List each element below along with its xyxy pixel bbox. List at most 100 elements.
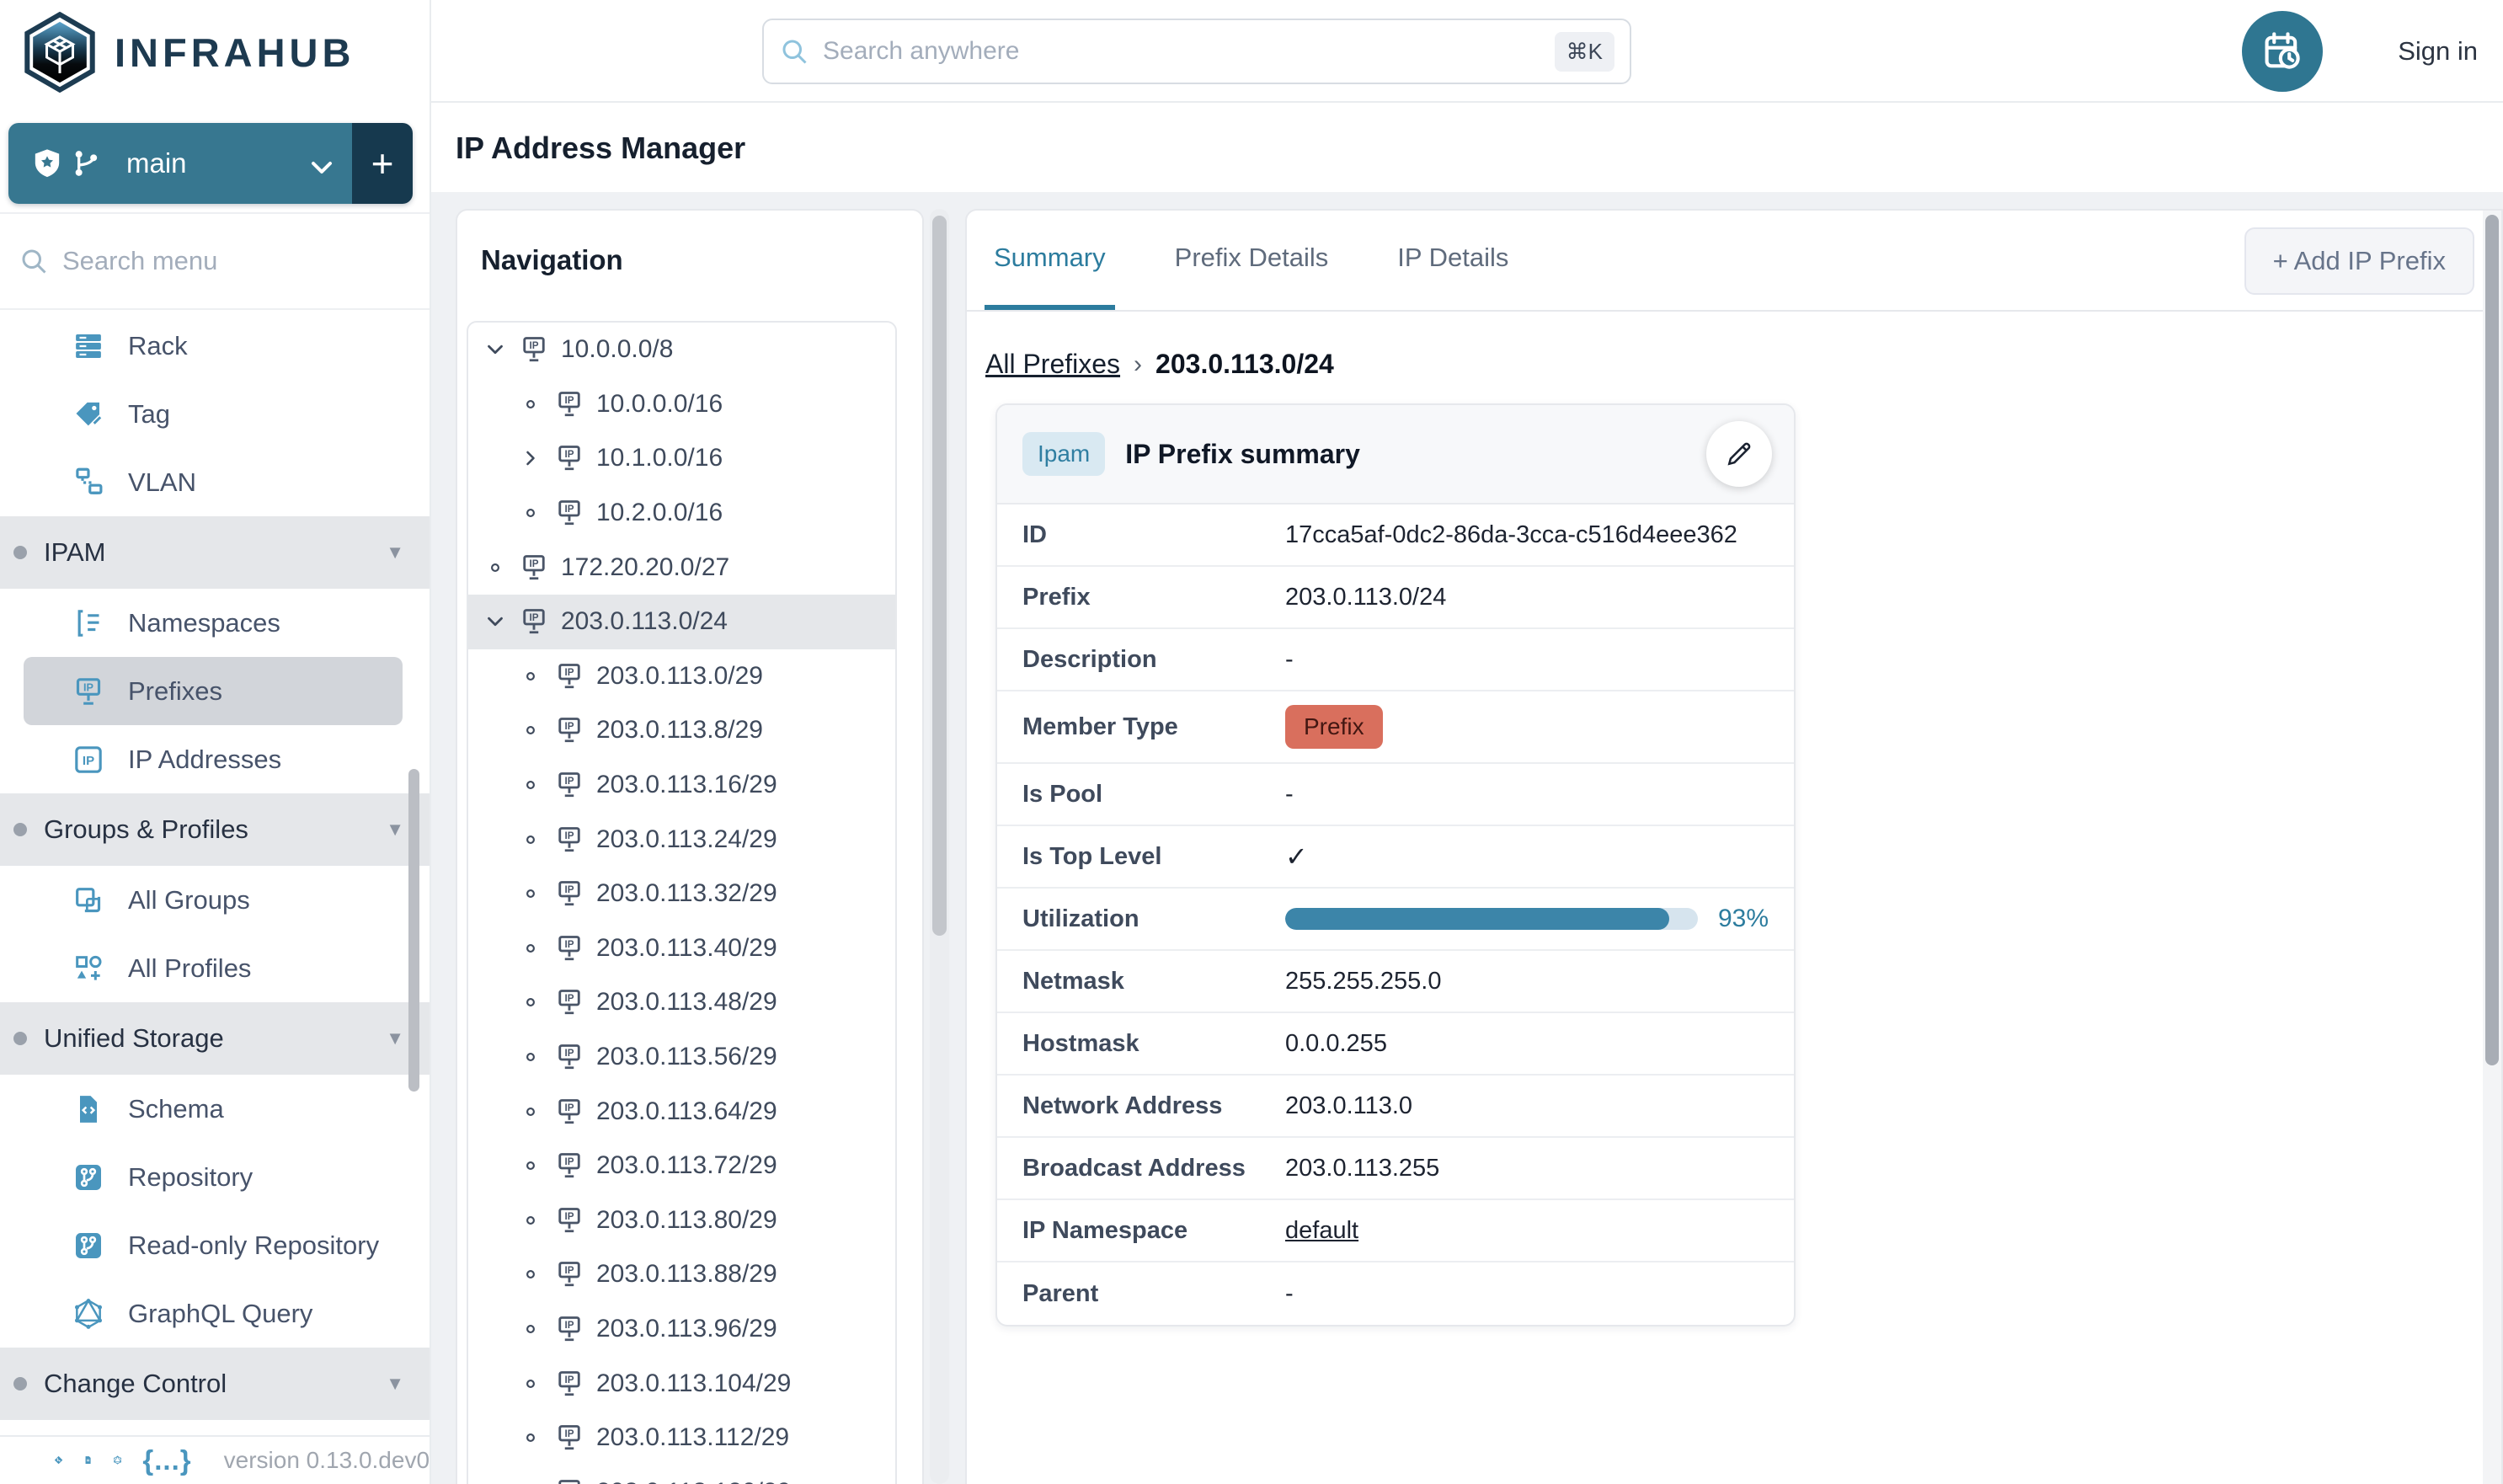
sidebar-item-namespaces[interactable]: Namespaces bbox=[0, 589, 430, 657]
tree-item-label: 203.0.113.120/29 bbox=[596, 1478, 791, 1484]
tree-scrollbar-thumb[interactable] bbox=[932, 216, 947, 936]
add-branch-button[interactable]: + bbox=[352, 123, 413, 204]
branch-selector-row: main + bbox=[8, 123, 413, 204]
tree-item-203-0-113-80-29[interactable]: IP203.0.113.80/29 bbox=[468, 1193, 895, 1248]
sidebar-item-read-only-repository[interactable]: Read-only Repository bbox=[0, 1211, 430, 1279]
calendar-clock-icon bbox=[2260, 29, 2304, 73]
property-value: - bbox=[1285, 1280, 1294, 1308]
all-profiles-icon bbox=[71, 951, 106, 986]
tree-item-203-0-113-72-29[interactable]: IP203.0.113.72/29 bbox=[468, 1139, 895, 1193]
page-scrollbar-thumb[interactable] bbox=[2485, 215, 2499, 1065]
tree-item-10-2-0-0-16[interactable]: IP10.2.0.0/16 bbox=[468, 486, 895, 541]
tree-item-10-0-0-0-8[interactable]: IP10.0.0.0/8 bbox=[468, 323, 895, 377]
property-row-utilization: Utilization93% bbox=[997, 889, 1794, 951]
add-ip-prefix-button[interactable]: + Add IP Prefix bbox=[2244, 227, 2474, 295]
chev-down-icon[interactable] bbox=[480, 334, 510, 365]
leaf-dot-icon[interactable] bbox=[515, 1477, 546, 1484]
tree-item-label: 10.0.0.0/8 bbox=[561, 335, 673, 364]
tree-item-172-20-20-0-27[interactable]: IP172.20.20.0/27 bbox=[468, 540, 895, 595]
leaf-dot-icon[interactable] bbox=[515, 1042, 546, 1072]
tree-item-203-0-113-64-29[interactable]: IP203.0.113.64/29 bbox=[468, 1084, 895, 1139]
menu-search-input[interactable] bbox=[62, 246, 382, 276]
infrahub-logo: INFRAHUB bbox=[0, 0, 430, 94]
tree-item-203-0-113-104-29[interactable]: IP203.0.113.104/29 bbox=[468, 1356, 895, 1411]
leaf-dot-icon[interactable] bbox=[515, 1205, 546, 1236]
sidebar-scrollbar-thumb[interactable] bbox=[408, 769, 419, 1092]
tab-prefix-details[interactable]: Prefix Details bbox=[1166, 211, 1338, 310]
tree-item-203-0-113-48-29[interactable]: IP203.0.113.48/29 bbox=[468, 975, 895, 1030]
leaf-dot-icon[interactable] bbox=[515, 1369, 546, 1399]
ip-prefix-icon: IP bbox=[554, 1205, 584, 1236]
docs-icon[interactable] bbox=[83, 1444, 93, 1477]
sidebar-section-groups-profiles[interactable]: Groups & Profiles▼ bbox=[0, 793, 430, 866]
tree-item-203-0-113-40-29[interactable]: IP203.0.113.40/29 bbox=[468, 921, 895, 976]
property-label: Utilization bbox=[1022, 905, 1285, 933]
tree-item-10-0-0-0-16[interactable]: IP10.0.0.0/16 bbox=[468, 377, 895, 432]
sidebar-item-prefixes[interactable]: IPPrefixes bbox=[24, 657, 403, 725]
leaf-dot-icon[interactable] bbox=[515, 1259, 546, 1289]
sign-in-button[interactable]: Sign in bbox=[2398, 0, 2478, 103]
sidebar-section-ipam[interactable]: IPAM▼ bbox=[0, 516, 430, 589]
tree-item-203-0-113-0-24[interactable]: IP203.0.113.0/24 bbox=[468, 595, 895, 649]
main-panel: Summary Prefix Details IP Details + Add IP … bbox=[965, 209, 2503, 1484]
leaf-dot-icon[interactable] bbox=[480, 552, 510, 583]
graphql-icon[interactable] bbox=[113, 1444, 122, 1477]
time-travel-button[interactable] bbox=[2242, 11, 2323, 92]
tree-item-203-0-113-112-29[interactable]: IP203.0.113.112/29 bbox=[468, 1411, 895, 1465]
tree-item-10-1-0-0-16[interactable]: IP10.1.0.0/16 bbox=[468, 431, 895, 486]
tree-item-label: 10.2.0.0/16 bbox=[596, 499, 723, 527]
leaf-dot-icon[interactable] bbox=[515, 1314, 546, 1344]
infrahub-logo-icon bbox=[24, 12, 96, 93]
ip-prefix-icon: IP bbox=[554, 1042, 584, 1072]
leaf-dot-icon[interactable] bbox=[515, 878, 546, 909]
tree-item-203-0-113-88-29[interactable]: IP203.0.113.88/29 bbox=[468, 1247, 895, 1302]
leaf-dot-icon[interactable] bbox=[515, 661, 546, 691]
tree-item-label: 10.1.0.0/16 bbox=[596, 444, 723, 472]
chevron-down-icon: ▼ bbox=[386, 1373, 404, 1395]
leaf-dot-icon[interactable] bbox=[515, 715, 546, 745]
sidebar-item-tag[interactable]: Tag bbox=[0, 380, 430, 448]
sidebar-item-all-profiles[interactable]: All Profiles bbox=[0, 934, 430, 1002]
leaf-dot-icon[interactable] bbox=[515, 987, 546, 1017]
sidebar-item-graphql-query[interactable]: GraphQL Query bbox=[0, 1279, 430, 1348]
edit-button[interactable] bbox=[1706, 421, 1772, 487]
sidebar-item-repository[interactable]: Repository bbox=[0, 1143, 430, 1211]
leaf-dot-icon[interactable] bbox=[515, 933, 546, 964]
page-scrollbar[interactable] bbox=[2483, 211, 2501, 1484]
tree-item-203-0-113-56-29[interactable]: IP203.0.113.56/29 bbox=[468, 1030, 895, 1085]
leaf-dot-icon[interactable] bbox=[515, 770, 546, 800]
tab-ip-details[interactable]: IP Details bbox=[1388, 211, 1518, 310]
sidebar-section-unified-storage[interactable]: Unified Storage▼ bbox=[0, 1002, 430, 1075]
ip-namespace-link[interactable]: default bbox=[1285, 1217, 1358, 1245]
chev-down-icon[interactable] bbox=[480, 606, 510, 637]
tree-item-203-0-113-120-29[interactable]: IP203.0.113.120/29 bbox=[468, 1465, 895, 1484]
tree-item-203-0-113-8-29[interactable]: IP203.0.113.8/29 bbox=[468, 703, 895, 758]
tree-item-203-0-113-0-29[interactable]: IP203.0.113.0/29 bbox=[468, 649, 895, 704]
swagger-braces-icon[interactable]: {...} bbox=[142, 1444, 191, 1476]
git-icon[interactable] bbox=[54, 1444, 63, 1477]
leaf-dot-icon[interactable] bbox=[515, 1150, 546, 1181]
tab-summary[interactable]: Summary bbox=[985, 211, 1115, 310]
sidebar-item-rack[interactable]: Rack bbox=[0, 312, 430, 380]
branch-selector-button[interactable]: main bbox=[8, 123, 352, 204]
sidebar-item-vlan[interactable]: VLAN bbox=[0, 448, 430, 516]
tree-item-203-0-113-32-29[interactable]: IP203.0.113.32/29 bbox=[468, 867, 895, 921]
tree-item-203-0-113-24-29[interactable]: IP203.0.113.24/29 bbox=[468, 812, 895, 867]
sidebar-section-change-control[interactable]: Change Control▼ bbox=[0, 1348, 430, 1420]
sidebar-item-ip-addresses[interactable]: IPIP Addresses bbox=[0, 725, 430, 793]
tree-scrollbar[interactable] bbox=[930, 209, 949, 1484]
sidebar-item-all-groups[interactable]: All Groups bbox=[0, 866, 430, 934]
sidebar-item-schema[interactable]: Schema bbox=[0, 1075, 430, 1143]
leaf-dot-icon[interactable] bbox=[515, 825, 546, 855]
breadcrumb-all-prefixes-link[interactable]: All Prefixes bbox=[985, 349, 1120, 380]
card-header: Ipam IP Prefix summary bbox=[997, 405, 1794, 504]
tree-item-203-0-113-96-29[interactable]: IP203.0.113.96/29 bbox=[468, 1302, 895, 1357]
tree-item-203-0-113-16-29[interactable]: IP203.0.113.16/29 bbox=[468, 758, 895, 813]
global-search-input[interactable] bbox=[823, 37, 1555, 66]
leaf-dot-icon[interactable] bbox=[515, 1423, 546, 1453]
property-label: ID bbox=[1022, 521, 1285, 549]
leaf-dot-icon[interactable] bbox=[515, 389, 546, 419]
leaf-dot-icon[interactable] bbox=[515, 1097, 546, 1127]
chev-right-icon[interactable] bbox=[515, 443, 546, 473]
leaf-dot-icon[interactable] bbox=[515, 498, 546, 528]
